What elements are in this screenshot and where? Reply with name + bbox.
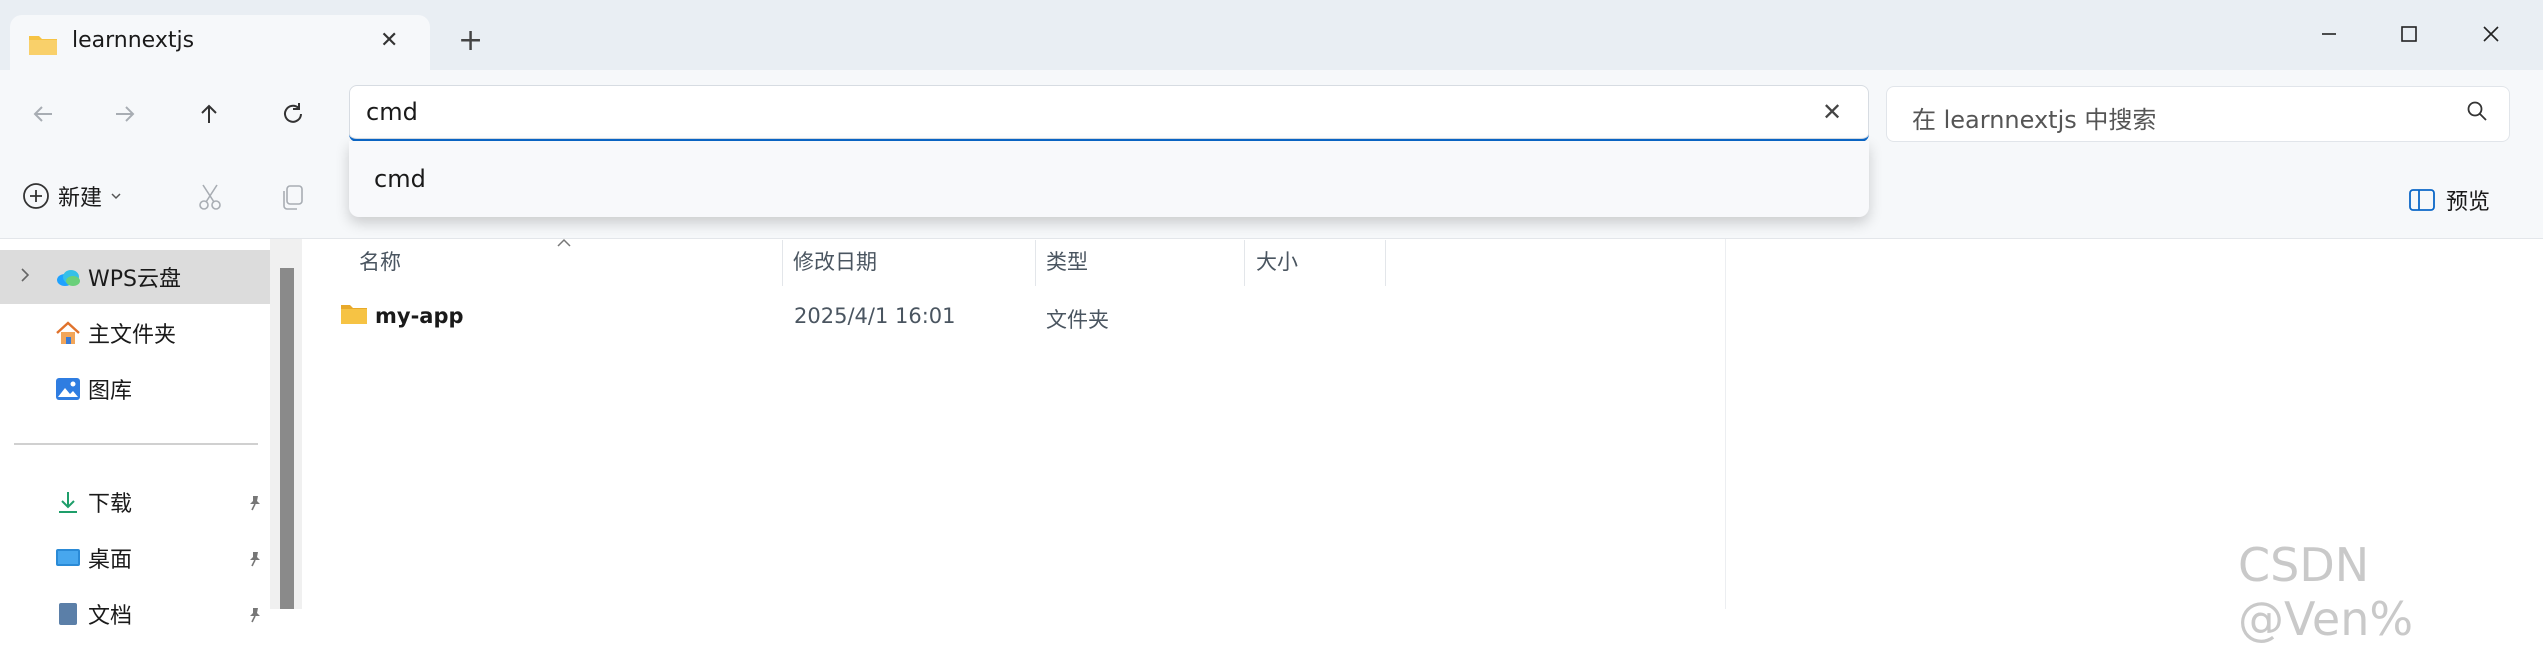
- sidebar-item-wps-cloud[interactable]: WPS云盘: [0, 257, 270, 297]
- cloud-icon: [57, 270, 80, 286]
- sort-ascending-icon: [556, 232, 572, 253]
- column-separator[interactable]: [1035, 240, 1036, 286]
- sidebar-scrollbar[interactable]: [280, 268, 294, 609]
- document-icon: [59, 603, 77, 625]
- back-button[interactable]: [20, 94, 66, 134]
- address-bar[interactable]: [349, 85, 1869, 142]
- sidebar-item-label: 图库: [88, 379, 133, 404]
- download-icon: [59, 492, 77, 513]
- refresh-button[interactable]: [270, 94, 316, 134]
- plus-circle-icon: [23, 183, 49, 209]
- sidebar-item-gallery[interactable]: 图库: [0, 369, 270, 409]
- gallery-icon: [56, 378, 80, 400]
- suggestion-item[interactable]: cmd: [374, 165, 426, 193]
- home-icon: [56, 321, 80, 344]
- preview-button-label: 预览: [2446, 190, 2491, 215]
- folder-icon: [28, 32, 58, 60]
- cut-icon[interactable]: [195, 182, 225, 216]
- tab-title: learnnextjs: [72, 28, 195, 53]
- sidebar-item-desktop[interactable]: 桌面: [0, 538, 270, 578]
- sidebar-item-downloads[interactable]: 下载: [0, 482, 270, 522]
- desktop-icon: [56, 549, 80, 566]
- sidebar-item-label: 主文件夹: [88, 323, 177, 348]
- folder-icon: [341, 305, 367, 324]
- new-button-label: 新建: [58, 186, 103, 211]
- watermark: CSDN @Ven%: [2238, 538, 2414, 646]
- sidebar-item-label: 下载: [88, 492, 133, 517]
- clear-address-icon[interactable]: ✕: [1822, 98, 1842, 126]
- up-button[interactable]: [186, 94, 232, 134]
- chevron-down-icon: [111, 193, 121, 200]
- copy-icon[interactable]: [278, 182, 308, 216]
- address-input[interactable]: cmd: [366, 98, 418, 126]
- preview-pane-icon: [2409, 189, 2435, 211]
- new-tab-button[interactable]: +: [458, 26, 483, 56]
- pin-icon: [250, 496, 260, 511]
- file-type: 文件夹: [1046, 308, 1109, 332]
- table-row[interactable]: [340, 298, 1720, 338]
- column-header-name[interactable]: 名称: [359, 246, 401, 276]
- column-separator[interactable]: [1385, 240, 1386, 286]
- new-button[interactable]: 新建: [22, 180, 122, 212]
- pin-icon: [250, 552, 260, 567]
- details-divider: [1725, 239, 1726, 609]
- sidebar-item-label: 桌面: [88, 548, 133, 573]
- column-header-modified[interactable]: 修改日期: [793, 246, 877, 276]
- search-placeholder[interactable]: 在 learnnextjs 中搜索: [1912, 100, 2156, 135]
- column-header-size[interactable]: 大小: [1256, 246, 1298, 276]
- search-icon[interactable]: [2466, 100, 2488, 126]
- file-list-pane: [302, 239, 2543, 609]
- close-window-button[interactable]: [2466, 16, 2516, 52]
- tab-close-icon[interactable]: ✕: [380, 28, 398, 53]
- sidebar-item-home[interactable]: 主文件夹: [0, 313, 270, 353]
- maximize-button[interactable]: [2384, 16, 2434, 52]
- preview-button[interactable]: 预览: [2408, 184, 2490, 216]
- sidebar-divider: [14, 443, 258, 445]
- sidebar-item-label: 文档: [88, 604, 133, 629]
- file-modified: 2025/4/1 16:01: [794, 304, 956, 328]
- column-separator[interactable]: [782, 240, 783, 286]
- file-name[interactable]: my-app: [375, 304, 464, 328]
- sidebar-item-label: WPS云盘: [88, 267, 181, 292]
- column-header-type[interactable]: 类型: [1046, 246, 1088, 276]
- sidebar-item-documents[interactable]: 文档: [0, 594, 270, 634]
- address-suggestions-dropdown: [349, 141, 1869, 217]
- minimize-button[interactable]: [2304, 16, 2354, 52]
- column-separator[interactable]: [1244, 240, 1245, 286]
- forward-button[interactable]: [102, 94, 148, 134]
